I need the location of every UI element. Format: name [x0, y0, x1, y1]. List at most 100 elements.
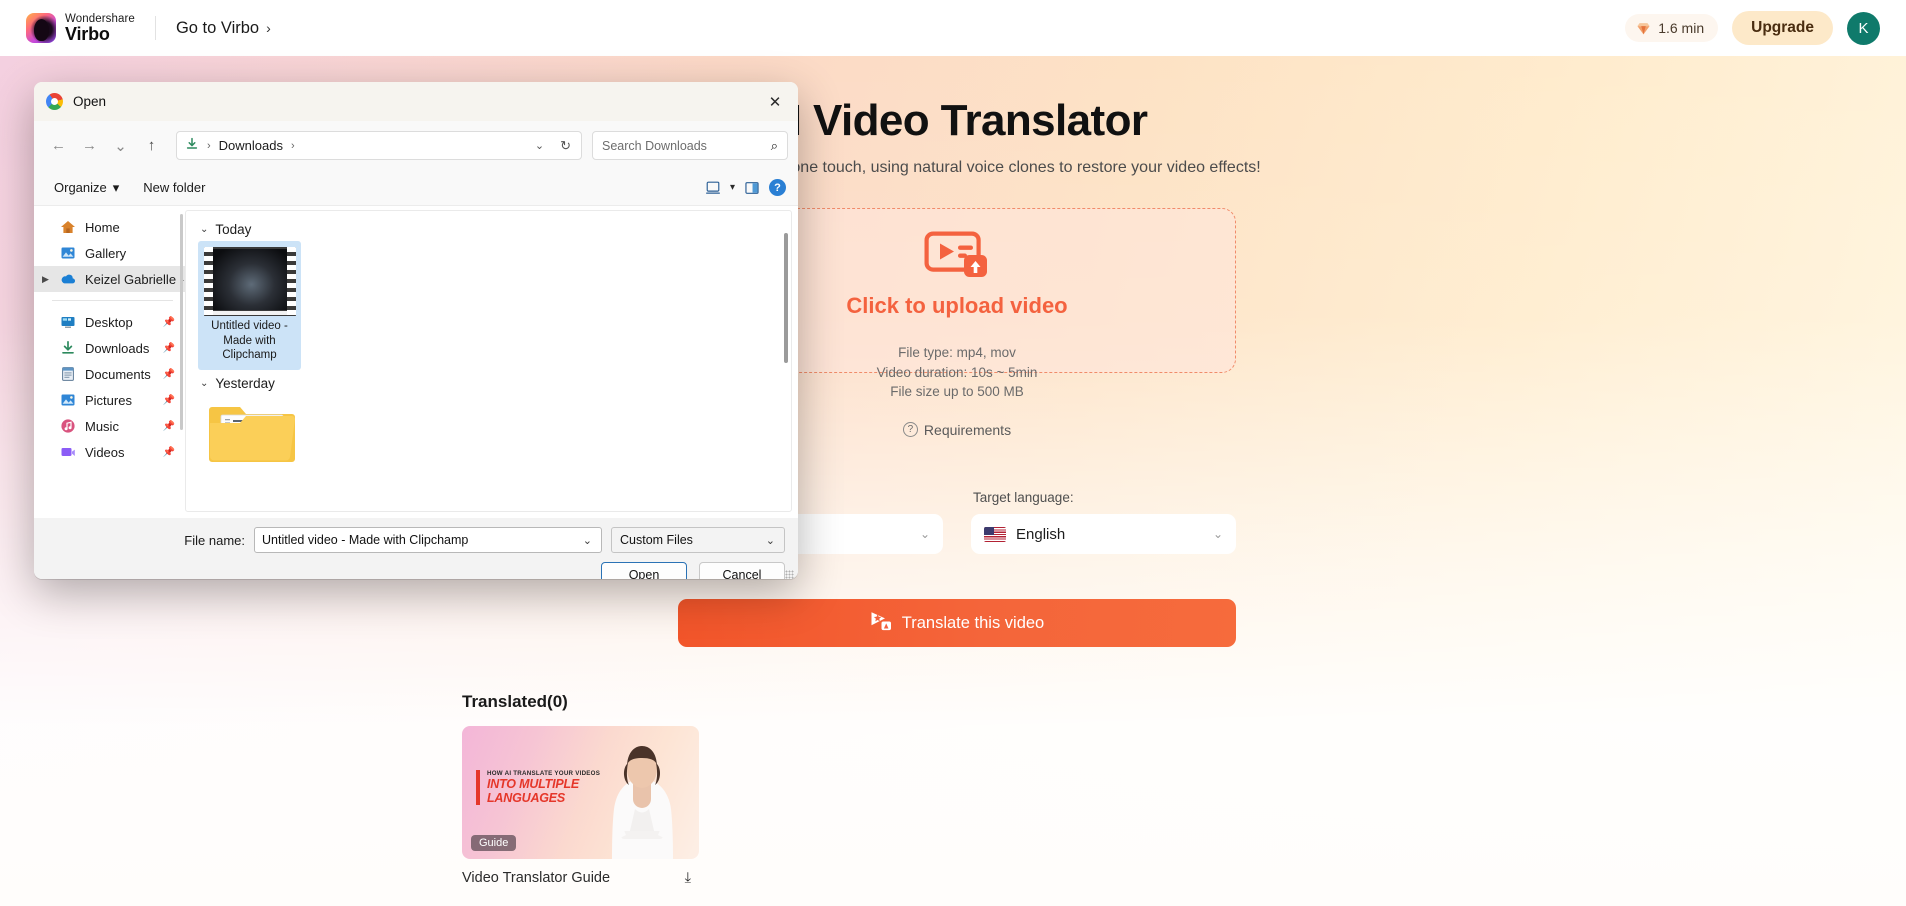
new-folder-button[interactable]: New folder — [135, 175, 213, 200]
pin-icon[interactable]: 📌 — [163, 395, 175, 406]
top-navigation-bar: Wondershare Virbo Go to Virbo › 1.6 min — [0, 0, 1906, 56]
translate-icon — [870, 611, 892, 636]
file-list-pane[interactable]: ⌄ Today Untitled video - Made with Clipc… — [185, 210, 792, 512]
open-button[interactable]: Open — [601, 562, 687, 579]
chrome-icon — [46, 93, 63, 110]
search-input[interactable] — [602, 138, 771, 153]
up-one-level-button[interactable]: ↑ — [137, 131, 166, 160]
guide-card-footer: Video Translator Guide ⤓ — [462, 870, 699, 886]
pictures-icon — [60, 392, 76, 408]
group-header-today[interactable]: ⌄ Today — [200, 222, 791, 237]
resize-grip[interactable] — [785, 570, 794, 579]
sidebar-item-downloads[interactable]: Downloads 📌 — [34, 335, 185, 361]
guide-thumbnail-text: HOW AI TRANSLATE YOUR VIDEOS INTO MULTIP… — [476, 770, 600, 805]
requirements-link[interactable]: ? Requirements — [902, 421, 1012, 438]
file-tile-folder[interactable] — [200, 395, 303, 467]
filename-input[interactable] — [262, 533, 578, 547]
pin-icon[interactable]: 📌 — [163, 343, 175, 354]
sidebar-item-label: Pictures — [85, 392, 132, 408]
folder-icon — [208, 407, 295, 463]
recent-locations-button[interactable]: ⌄ — [106, 131, 135, 160]
sidebar-item-desktop[interactable]: Desktop 📌 — [34, 309, 185, 335]
close-icon[interactable]: ✕ — [752, 82, 798, 121]
view-mode-icon[interactable] — [705, 180, 721, 196]
sidebar-item-label: Documents — [85, 366, 151, 382]
guide-thumb-line1: HOW AI TRANSLATE YOUR VIDEOS — [487, 770, 601, 777]
dialog-toolbar: Organize ▾ New folder ▾ ? — [34, 170, 798, 206]
sidebar-item-onedrive[interactable]: ▶ Keizel Gabrielle - — [34, 266, 185, 292]
video-upload-icon — [924, 231, 990, 279]
chevron-right-icon[interactable]: ▶ — [42, 274, 49, 285]
sidebar-item-home[interactable]: Home — [34, 214, 185, 240]
pin-icon[interactable]: 📌 — [163, 369, 175, 380]
guide-video-card[interactable]: HOW AI TRANSLATE YOUR VIDEOS INTO MULTIP… — [462, 726, 699, 886]
sidebar-item-videos[interactable]: Videos 📌 — [34, 439, 185, 465]
topbar-divider — [154, 16, 156, 40]
file-list-scrollbar[interactable] — [784, 233, 788, 363]
desktop-icon — [60, 314, 76, 330]
brand-text: Wondershare Virbo — [65, 13, 135, 44]
file-tile-video[interactable]: Untitled video - Made with Clipchamp — [198, 241, 301, 371]
topbar-right-group: 1.6 min Upgrade K — [1625, 11, 1880, 45]
target-language-select[interactable]: English ⌄ — [971, 514, 1236, 554]
pin-icon[interactable]: 📌 — [163, 421, 175, 432]
credits-value: 1.6 min — [1658, 20, 1705, 36]
address-bar[interactable]: › Downloads › ⌄ ↻ — [176, 131, 582, 160]
refresh-icon[interactable]: ↻ — [556, 138, 575, 154]
guide-thumbnail: HOW AI TRANSLATE YOUR VIDEOS INTO MULTIP… — [462, 726, 699, 859]
search-box[interactable]: ⌕ — [592, 131, 788, 160]
sidebar-item-label: Videos — [85, 444, 125, 460]
organize-menu[interactable]: Organize ▾ — [46, 175, 127, 201]
breadcrumb-item-downloads[interactable]: Downloads — [219, 138, 283, 153]
group-header-yesterday[interactable]: ⌄ Yesterday — [200, 376, 791, 391]
sidebar-item-music[interactable]: Music 📌 — [34, 413, 185, 439]
download-icon[interactable]: ⤓ — [685, 870, 691, 886]
dialog-titlebar: Open ✕ — [34, 82, 798, 121]
home-icon — [60, 219, 76, 235]
video-file-thumbnail — [203, 247, 296, 316]
forward-button[interactable]: → — [75, 131, 104, 160]
diamond-icon — [1636, 21, 1651, 36]
help-icon[interactable]: ? — [769, 179, 786, 196]
chevron-down-icon: ⌄ — [200, 224, 209, 235]
downloads-icon — [60, 340, 76, 356]
back-button[interactable]: ← — [44, 131, 73, 160]
pin-icon[interactable]: 📌 — [163, 317, 175, 328]
filetype-select[interactable]: Custom Files ⌄ — [611, 527, 785, 553]
preview-pane-icon[interactable] — [744, 180, 760, 196]
chevron-down-icon: ▾ — [112, 179, 120, 195]
chevron-down-icon[interactable]: ⌄ — [578, 534, 597, 547]
chevron-down-icon: ⌄ — [1212, 527, 1223, 541]
guide-thumb-line2: INTO MULTIPLE — [487, 777, 580, 791]
credits-badge[interactable]: 1.6 min — [1625, 14, 1719, 42]
sidebar-item-pictures[interactable]: Pictures 📌 — [34, 387, 185, 413]
filetype-value: Custom Files — [620, 533, 693, 547]
dialog-body: Home Gallery ▶ Keizel Gabrielle - Deskto… — [34, 206, 798, 518]
film-perforations-right — [286, 247, 296, 316]
dialog-title: Open — [73, 94, 107, 109]
chevron-down-icon[interactable]: ▾ — [730, 182, 735, 193]
avatar[interactable]: K — [1847, 11, 1880, 45]
filename-combobox[interactable]: ⌄ — [254, 527, 602, 553]
sidebar-item-documents[interactable]: Documents 📌 — [34, 361, 185, 387]
upgrade-button[interactable]: Upgrade — [1732, 11, 1833, 45]
target-language-group: Target language: English ⌄ — [971, 490, 1236, 554]
music-icon — [60, 418, 76, 434]
pin-icon[interactable]: 📌 — [163, 447, 175, 458]
onedrive-icon — [60, 271, 76, 287]
sidebar-scrollbar[interactable] — [180, 214, 183, 430]
cancel-button[interactable]: Cancel — [699, 562, 785, 579]
brand-name-top: Wondershare — [65, 12, 135, 25]
translated-section: Translated(0) HOW AI TRANSLATE YOUR VIDE… — [462, 692, 699, 886]
sidebar-item-gallery[interactable]: Gallery — [34, 240, 185, 266]
requirements-label: Requirements — [923, 421, 1012, 438]
brand-logo-group[interactable]: Wondershare Virbo — [26, 13, 135, 44]
target-language-value: English — [1016, 525, 1066, 543]
sidebar-item-label: Desktop — [85, 314, 133, 330]
presenter-illustration — [612, 746, 673, 859]
translate-video-button[interactable]: Translate this video — [678, 599, 1236, 647]
upload-filetype-hint: File type: mp4, mov — [898, 345, 1016, 360]
address-dropdown-icon[interactable]: ⌄ — [528, 139, 551, 152]
go-to-virbo-link[interactable]: Go to Virbo › — [176, 19, 271, 38]
documents-icon — [60, 366, 76, 382]
